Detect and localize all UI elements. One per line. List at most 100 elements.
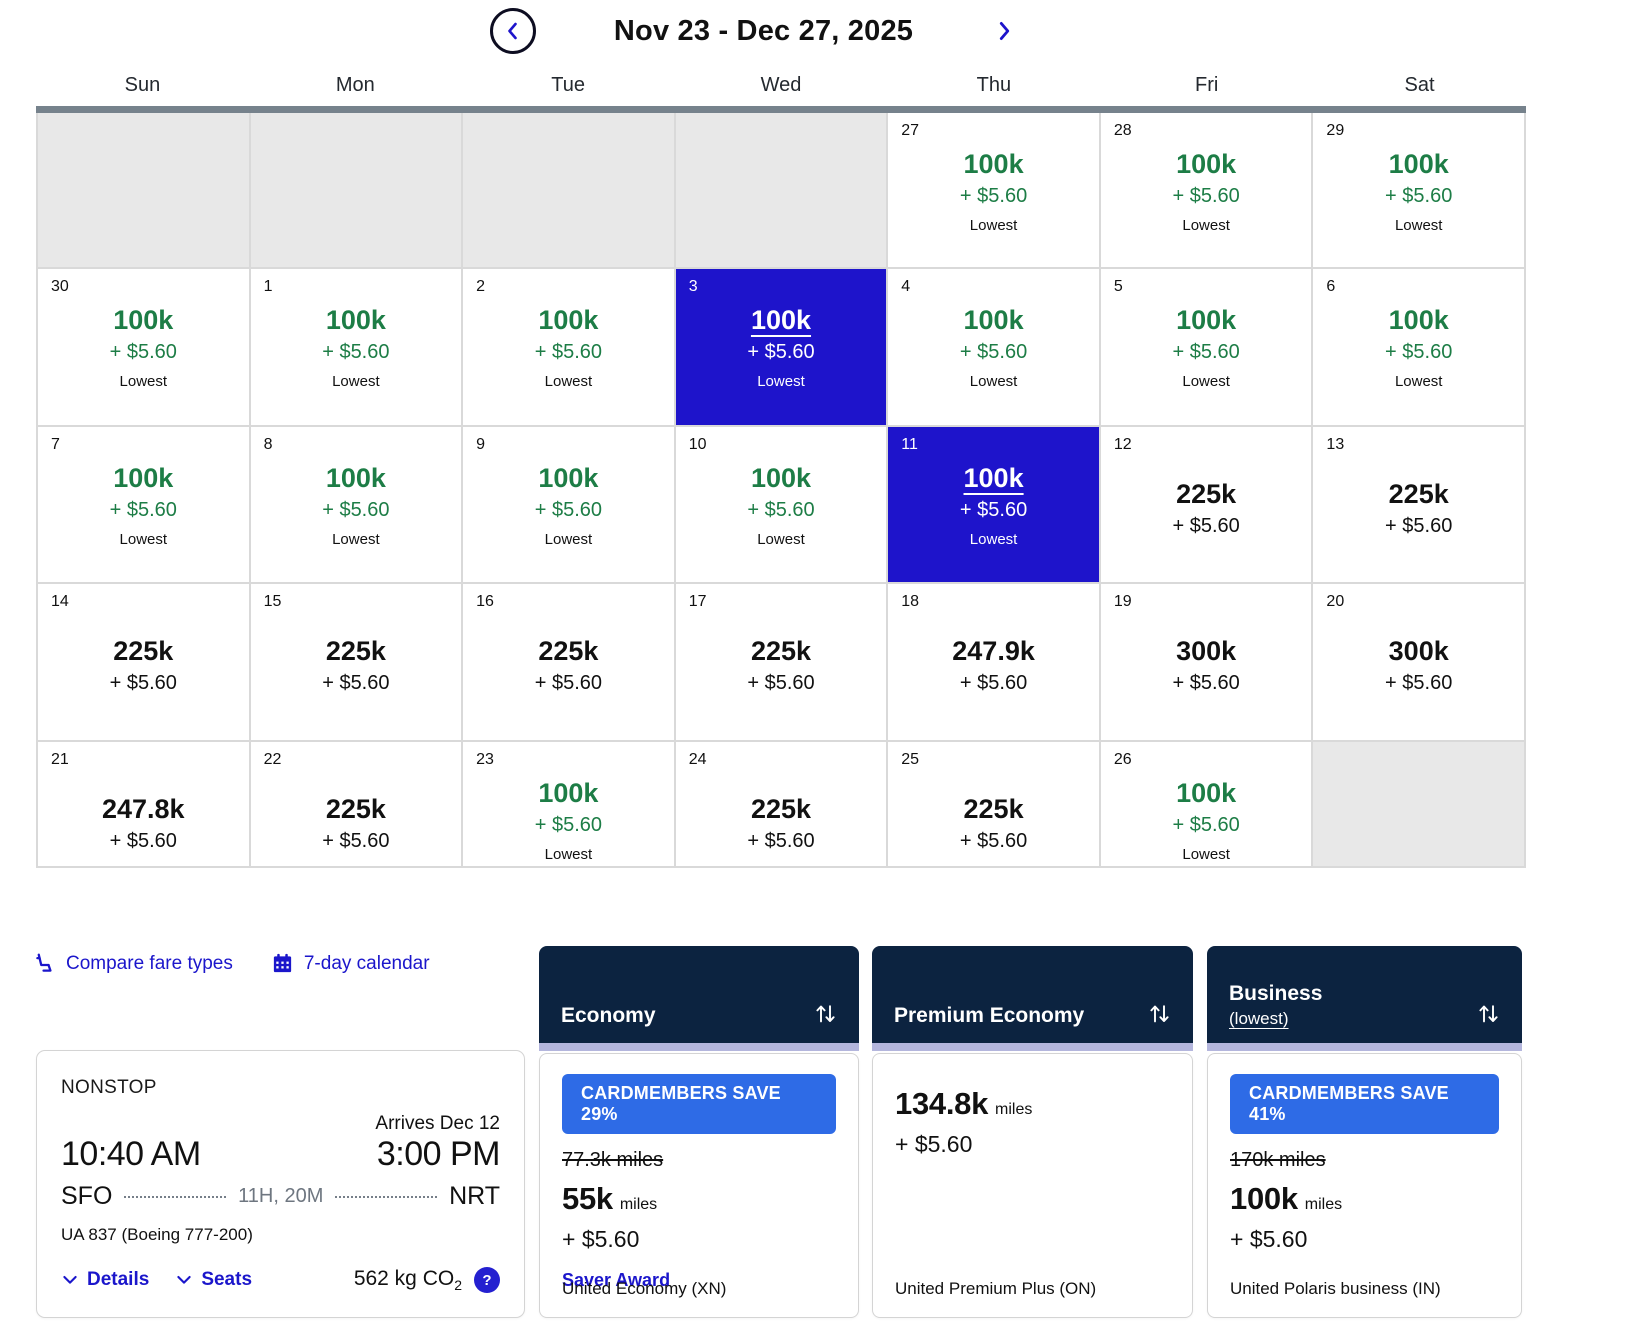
calendar-cell-day-13[interactable]: 13225k+ $5.60 (1313, 427, 1526, 584)
compare-fare-types-link[interactable]: Compare fare types (33, 952, 233, 975)
taxes-fee: + $5.60 (562, 1226, 836, 1253)
calendar-cell-day-18[interactable]: 18247.9k+ $5.60 (888, 584, 1101, 742)
day-number: 8 (264, 436, 273, 454)
route-dotted-line (124, 1196, 226, 1198)
fare-accent-strip (1207, 1043, 1522, 1051)
calendar-cell-day-17[interactable]: 17225k+ $5.60 (676, 584, 889, 742)
calendar-cell-day-20[interactable]: 20300k+ $5.60 (1313, 584, 1526, 742)
sort-button[interactable] (1475, 1000, 1502, 1027)
day-number: 20 (1326, 593, 1344, 611)
weekday-label: Thu (887, 74, 1100, 97)
next-dates-button[interactable] (991, 18, 1017, 44)
calendar-cell-day-6[interactable]: 6100k+ $5.60Lowest (1313, 269, 1526, 427)
arrival-date: Arrives Dec 12 (61, 1113, 500, 1135)
fare-tier-label: Lowest (463, 373, 674, 390)
day-number: 19 (1114, 593, 1132, 611)
miles-price: 55k (562, 1181, 613, 1217)
miles-price: 225k (251, 636, 462, 667)
calendar-cell-day-9[interactable]: 9100k+ $5.60Lowest (463, 427, 676, 584)
weekday-label: Mon (249, 74, 462, 97)
taxes-fee: + $5.60 (1101, 672, 1312, 695)
taxes-fee: + $5.60 (251, 830, 462, 853)
chevron-left-icon (501, 19, 525, 43)
calendar-cell-day-14[interactable]: 14225k+ $5.60 (38, 584, 251, 742)
calendar-cell-day-8[interactable]: 8100k+ $5.60Lowest (251, 427, 464, 584)
taxes-fee: + $5.60 (1101, 185, 1312, 208)
day-number: 21 (51, 751, 69, 769)
fare-tier-label: Lowest (463, 531, 674, 548)
miles-price: 100k (463, 463, 674, 494)
miles-price: 134.8k (895, 1086, 988, 1122)
weekday-label: Wed (675, 74, 888, 97)
taxes-fee: + $5.60 (38, 499, 249, 522)
miles-price: 100k (888, 463, 1099, 494)
calendar-cell-day-27[interactable]: 27100k+ $5.60Lowest (888, 113, 1101, 269)
miles-price: 225k (676, 794, 887, 825)
sort-button[interactable] (1146, 1000, 1173, 1027)
calendar-cell-day-5[interactable]: 5100k+ $5.60Lowest (1101, 269, 1314, 427)
fare-tier-label: Lowest (888, 373, 1099, 390)
calendar-cell-day-23[interactable]: 23100k+ $5.60Lowest (463, 742, 676, 868)
taxes-fee: + $5.60 (676, 672, 887, 695)
calendar-cell-day-4[interactable]: 4 100k + $5.60 Lowest (888, 269, 1101, 427)
calendar-cell-day-24[interactable]: 24225k+ $5.60 (676, 742, 889, 868)
day-number: 17 (689, 593, 707, 611)
seats-toggle[interactable]: Seats (175, 1269, 252, 1291)
taxes-fee: + $5.60 (888, 341, 1099, 364)
calendar-cell-day-26[interactable]: 26100k+ $5.60Lowest (1101, 742, 1314, 868)
chevron-down-icon (61, 1271, 79, 1289)
calendar-cell-day-21[interactable]: 21247.8k+ $5.60 (38, 742, 251, 868)
miles-price: 100k (1101, 778, 1312, 809)
calendar-cell-day-19[interactable]: 19 300k + $5.60 (1101, 584, 1314, 742)
calendar-cell-day-28[interactable]: 28100k+ $5.60Lowest (1101, 113, 1314, 269)
calendar-grid: 27100k+ $5.60Lowest28100k+ $5.60Lowest29… (36, 113, 1526, 868)
calendar-cell-day-16[interactable]: 16225k+ $5.60 (463, 584, 676, 742)
help-icon[interactable]: ? (474, 1267, 500, 1293)
calendar-cell-day-29[interactable]: 29100k+ $5.60Lowest (1313, 113, 1526, 269)
calendar-cell-day-3[interactable]: 3100k+ $5.60Lowest (676, 269, 889, 427)
day-number: 1 (264, 278, 273, 296)
calendar-cell-day-12[interactable]: 12225k+ $5.60 (1101, 427, 1314, 584)
prev-dates-button[interactable] (490, 8, 536, 54)
sort-arrows-icon (1146, 1000, 1173, 1027)
seven-day-calendar-link[interactable]: 7-day calendar (271, 952, 430, 975)
calendar-cell-day-11[interactable]: 11100k+ $5.60Lowest (888, 427, 1101, 584)
taxes-fee: + $5.60 (1101, 814, 1312, 837)
sort-button[interactable] (812, 1000, 839, 1027)
details-toggle[interactable]: Details (61, 1269, 149, 1291)
day-number: 15 (264, 593, 282, 611)
calendar-cell-day-10[interactable]: 10100k+ $5.60Lowest (676, 427, 889, 584)
lowest-sublabel[interactable]: (lowest) (1229, 1009, 1289, 1029)
miles-price: 100k (888, 305, 1099, 336)
fare-header-business: Business (lowest) (1207, 946, 1522, 1043)
day-number: 24 (689, 751, 707, 769)
calendar-header: Nov 23 - Dec 27, 2025 (0, 8, 1507, 54)
calendar-cell-day-25[interactable]: 25225k+ $5.60 (888, 742, 1101, 868)
taxes-fee: + $5.60 (251, 341, 462, 364)
day-number: 3 (689, 278, 698, 296)
fare-header-economy: Economy (539, 946, 859, 1043)
day-number: 16 (476, 593, 494, 611)
fare-body-business: CARDMEMBERS SAVE 41% 170k miles 100k mil… (1207, 1053, 1522, 1318)
miles-price: 300k (1101, 636, 1312, 667)
seat-icon (33, 952, 56, 975)
day-number: 4 (901, 278, 910, 296)
day-number: 2 (476, 278, 485, 296)
calendar-cell-day-30[interactable]: 30100k+ $5.60Lowest (38, 269, 251, 427)
taxes-fee: + $5.60 (888, 672, 1099, 695)
miles-price: 100k (1230, 1181, 1298, 1217)
day-number: 5 (1114, 278, 1123, 296)
fare-column-premium-economy: Premium Economy 134.8k miles + $5.60 Uni… (872, 946, 1193, 1318)
calendar-cell-empty (463, 113, 676, 269)
taxes-fee: + $5.60 (1230, 1226, 1499, 1253)
calendar-cell-day-1[interactable]: 1100k+ $5.60Lowest (251, 269, 464, 427)
calendar-cell-day-22[interactable]: 22225k+ $5.60 (251, 742, 464, 868)
miles-price: 100k (463, 778, 674, 809)
calendar-cell-day-7[interactable]: 7100k+ $5.60Lowest (38, 427, 251, 584)
day-number: 30 (51, 278, 69, 296)
calendar-cell-day-15[interactable]: 15225k+ $5.60 (251, 584, 464, 742)
calendar-cell-day-2[interactable]: 2100k+ $5.60Lowest (463, 269, 676, 427)
fare-header-premium-economy: Premium Economy (872, 946, 1193, 1043)
fare-tier-label: Lowest (1313, 373, 1524, 390)
fare-tier-label: Lowest (1101, 373, 1312, 390)
